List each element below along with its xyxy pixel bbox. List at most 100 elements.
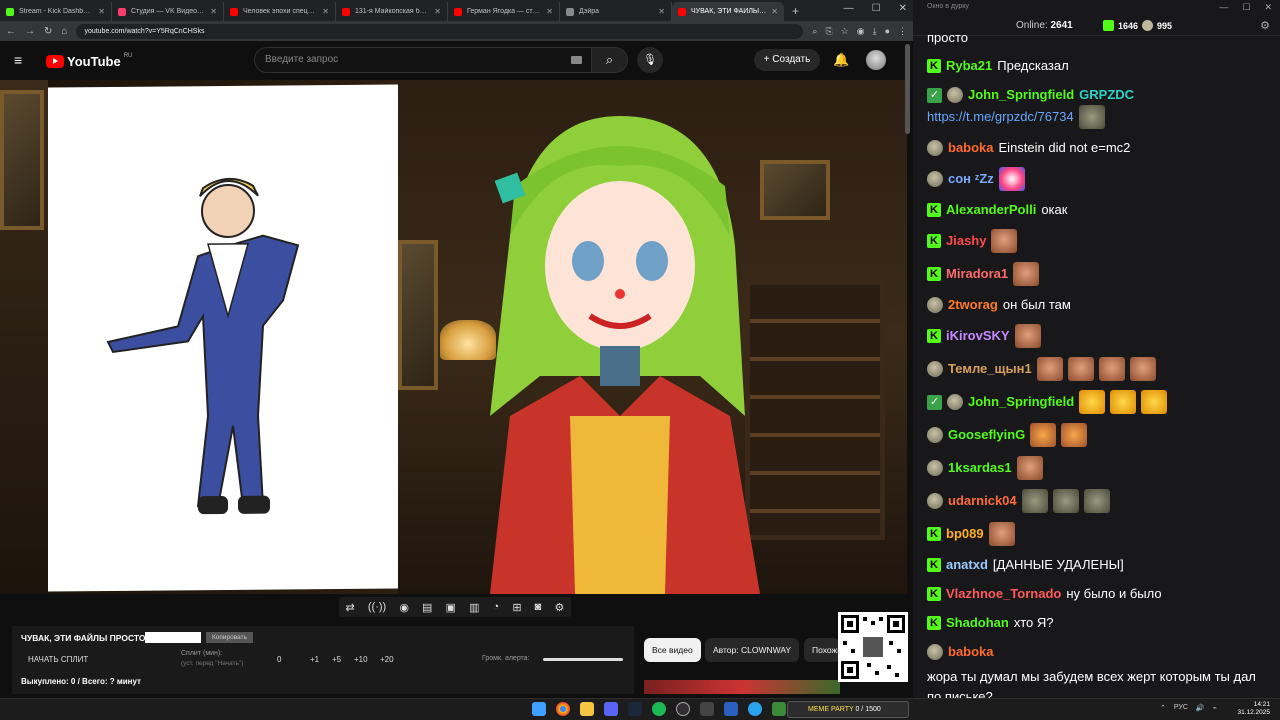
- tab-active-video[interactable]: ЧУВАК, ЭТИ ФАЙЛЫ ПРОСТО ✕: [672, 2, 784, 21]
- increment-10-button[interactable]: +10: [354, 655, 368, 664]
- youtube-logo[interactable]: YouTube RU: [46, 53, 132, 69]
- increment-5-button[interactable]: +5: [332, 655, 341, 664]
- chat-username[interactable]: AlexanderPolli: [946, 200, 1036, 220]
- increment-20-button[interactable]: +20: [380, 655, 394, 664]
- new-tab-button[interactable]: +: [784, 2, 807, 21]
- chip-all-videos[interactable]: Все видео: [644, 638, 701, 662]
- chat-username[interactable]: GooseflyinG: [948, 425, 1025, 445]
- close-icon[interactable]: ✕: [434, 7, 441, 16]
- page-scrollbar[interactable]: [905, 44, 910, 134]
- chat-username[interactable]: Jiashy: [946, 231, 986, 251]
- steam-icon[interactable]: [628, 702, 642, 716]
- tab-youtube-2[interactable]: 131-я Майкопская бригада... ✕: [336, 2, 448, 21]
- chip-author[interactable]: Автор: CLOWNWAY: [705, 638, 800, 662]
- close-icon[interactable]: ✕: [546, 7, 553, 16]
- app-icon[interactable]: [772, 702, 786, 716]
- chat-username[interactable]: anatxd: [946, 555, 988, 575]
- menu-icon[interactable]: ⋮: [898, 26, 907, 37]
- increment-1-button[interactable]: +1: [310, 655, 319, 664]
- video-thumbnail[interactable]: [644, 680, 840, 694]
- keyboard-icon[interactable]: [571, 56, 582, 64]
- maximize-icon[interactable]: ☐: [872, 3, 881, 14]
- discord-icon[interactable]: [604, 702, 618, 716]
- downloads-icon[interactable]: ⤓: [873, 26, 877, 37]
- chat-username[interactable]: baboka: [948, 642, 994, 662]
- chat-username[interactable]: 1ksardas1: [948, 458, 1012, 478]
- avatar[interactable]: [866, 50, 886, 70]
- close-window-icon[interactable]: ✕: [899, 3, 907, 14]
- chat-username[interactable]: Темле_щын1: [948, 359, 1032, 379]
- chat-username[interactable]: John_Springfield: [968, 85, 1074, 105]
- screenshot-icon[interactable]: ◙: [535, 601, 542, 613]
- start-split-button[interactable]: НАЧАТЬ СПЛИТ: [28, 655, 88, 664]
- picture-in-picture-icon[interactable]: ▣: [446, 601, 456, 614]
- chat-username[interactable]: Ryba21: [946, 56, 992, 76]
- chat-username[interactable]: bp089: [946, 524, 984, 544]
- reload-icon[interactable]: ↻: [44, 26, 52, 37]
- settings-gear-icon[interactable]: ⚙: [554, 601, 564, 614]
- hamburger-menu-icon[interactable]: ≡: [14, 53, 30, 67]
- speed-icon[interactable]: ◔: [493, 601, 500, 613]
- create-button[interactable]: + Создать: [754, 49, 820, 71]
- tab-kick[interactable]: Stream - Kick Dashboard ✕: [0, 2, 112, 21]
- tab-deira[interactable]: Дэйра ✕: [560, 2, 672, 21]
- loop-icon[interactable]: ⇄: [346, 601, 355, 614]
- spotify-icon[interactable]: [652, 702, 666, 716]
- film-icon[interactable]: ▥: [469, 601, 479, 614]
- extension-icon[interactable]: ◉: [857, 26, 865, 37]
- clapper-icon[interactable]: ▤: [422, 601, 432, 614]
- windows-start-icon[interactable]: [532, 702, 546, 716]
- chevron-up-icon[interactable]: ⌃: [1160, 704, 1166, 712]
- chat-username[interactable]: 2tworag: [948, 295, 998, 315]
- folder-icon[interactable]: [580, 702, 594, 716]
- obs-icon[interactable]: [676, 702, 690, 716]
- tab-vk[interactable]: Студия — VK Видео Live ✕: [112, 2, 224, 21]
- close-icon[interactable]: ✕: [210, 7, 217, 16]
- language-indicator[interactable]: РУС: [1174, 704, 1188, 712]
- clock[interactable]: 14:21 31.12.2025: [1237, 701, 1270, 717]
- chip-similar[interactable]: Похожие: [804, 638, 840, 662]
- alert-volume-slider[interactable]: [543, 658, 623, 661]
- chat-username[interactable]: Shadohan: [946, 613, 1009, 633]
- minimize-icon[interactable]: —: [844, 3, 854, 14]
- back-icon[interactable]: ←: [6, 26, 16, 37]
- chat-username[interactable]: baboka: [948, 138, 994, 158]
- chat-username[interactable]: udarnick04: [948, 491, 1017, 511]
- url-field[interactable]: youtube.com/watch?v=Y5RqCnCHSks: [76, 23, 804, 39]
- title-input[interactable]: [145, 632, 201, 643]
- notifications-bell-icon[interactable]: 🔔: [833, 52, 849, 68]
- chat-username[interactable]: John_Springfield: [968, 392, 1074, 412]
- network-icon[interactable]: ⌁: [1213, 704, 1217, 712]
- close-icon[interactable]: ✕: [98, 7, 105, 16]
- copy-button[interactable]: Копировать: [206, 632, 253, 643]
- close-window-icon[interactable]: ✕: [1264, 2, 1272, 13]
- telegram-icon[interactable]: [748, 702, 762, 716]
- install-icon[interactable]: ⎘: [825, 26, 832, 37]
- close-icon[interactable]: ✕: [322, 7, 329, 16]
- chrome-icon[interactable]: [556, 702, 570, 716]
- chat-username[interactable]: Vlazhnoe_Tornado: [946, 584, 1061, 604]
- home-icon[interactable]: ⌂: [61, 26, 67, 37]
- search-button[interactable]: ⌕: [592, 47, 628, 73]
- close-icon[interactable]: ✕: [771, 7, 778, 16]
- zoom-icon[interactable]: ⌕: [812, 26, 817, 37]
- forward-icon[interactable]: →: [25, 26, 35, 37]
- star-icon[interactable]: ☆: [841, 26, 849, 37]
- chat-username[interactable]: iKirovSKY: [946, 326, 1010, 346]
- broadcast-icon[interactable]: ((·)): [368, 601, 386, 613]
- chat-username[interactable]: Miradora1: [946, 264, 1008, 284]
- close-icon[interactable]: ✕: [658, 7, 665, 16]
- chat-link[interactable]: https://t.me/grpzdc/76734: [927, 107, 1074, 127]
- speaker-icon[interactable]: 🔊: [1196, 704, 1205, 712]
- chat-username[interactable]: сон ᶻZz: [948, 169, 994, 189]
- add-icon[interactable]: ⊞: [512, 601, 521, 614]
- maximize-icon[interactable]: ☐: [1242, 2, 1250, 13]
- meme-party-widget[interactable]: MEME PARTY 0 / 1500: [787, 701, 909, 718]
- eye-icon[interactable]: ◉: [399, 601, 409, 614]
- tab-youtube-3[interactable]: Герман Ягодка — становле... ✕: [448, 2, 560, 21]
- profile-icon[interactable]: ●: [885, 26, 890, 37]
- minimize-icon[interactable]: —: [1219, 2, 1228, 13]
- search-input[interactable]: Введите запрос: [254, 47, 592, 73]
- app-icon[interactable]: [700, 702, 714, 716]
- voice-search-button[interactable]: 🎙: [637, 47, 663, 73]
